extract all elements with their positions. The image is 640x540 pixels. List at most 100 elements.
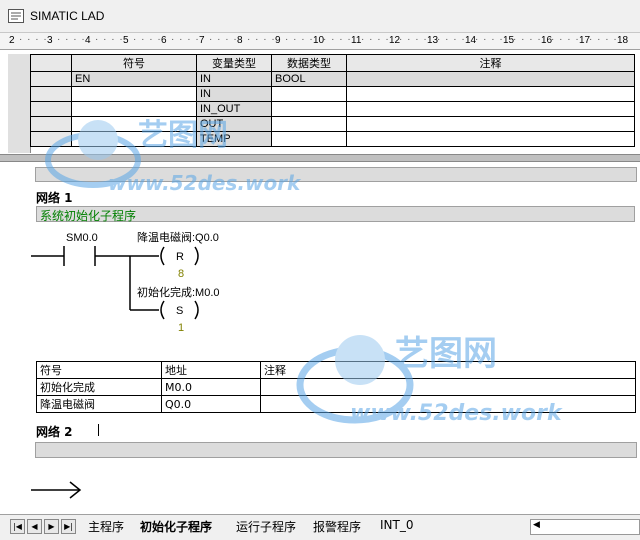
scroll-left-icon[interactable]: ◀: [533, 520, 540, 530]
comment-cell[interactable]: [346, 131, 635, 147]
network-1-title[interactable]: 网络 1: [36, 189, 73, 206]
app-icon: [8, 9, 24, 23]
coil-2-op: S: [176, 305, 183, 317]
horizontal-scrollbar[interactable]: ◀: [530, 519, 640, 535]
ruler-tick: 3: [47, 35, 53, 46]
ruler-dots: · · · ·: [57, 34, 86, 45]
ruler-dots: · · · ·: [361, 34, 390, 45]
network-2-title[interactable]: 网络 2: [36, 423, 73, 440]
network-1-ladder: SM0.0 降温电磁阀:Q0.0 R 8 初始化完成:M0.0 S 1: [31, 230, 220, 334]
var-type-cell[interactable]: TEMP: [196, 131, 272, 147]
col-header-var-type[interactable]: 变量类型: [196, 54, 272, 72]
row-selector[interactable]: [30, 101, 72, 117]
last-tab-icon[interactable]: ▶|: [61, 519, 76, 534]
data-type-cell[interactable]: BOOL: [271, 71, 347, 87]
symbol-table: 符号 地址 注释 初始化完成 M0.0 降温电磁阀 Q0.0: [36, 361, 636, 413]
ruler-tick: 7: [199, 35, 205, 46]
ruler-dots: · · · ·: [95, 34, 124, 45]
tab-init-subroutine[interactable]: 初始化子程序: [140, 518, 212, 535]
var-table-row-headers: [8, 54, 31, 153]
tab-bar: |◀ ◀ ▶ ▶| 主程序 初始化子程序 运行子程序 报警程序 INT_0 ◀: [0, 514, 640, 540]
coil-1-count: 8: [178, 268, 184, 280]
row-selector[interactable]: [30, 71, 72, 87]
symbol-cell: 初始化完成: [36, 378, 162, 396]
table-row[interactable]: 降温电磁阀 Q0.0: [36, 395, 636, 413]
coil-1-label: 降温电磁阀:Q0.0: [137, 230, 219, 244]
network-2-comment[interactable]: [35, 442, 637, 458]
ruler-tick: 8: [237, 35, 243, 46]
col-header-comment[interactable]: 注释: [346, 54, 635, 72]
symbol-cell[interactable]: [71, 116, 197, 132]
ruler-tick: 2: [9, 35, 15, 46]
symbol-cell[interactable]: EN: [71, 71, 197, 87]
sym-header-symbol: 符号: [36, 361, 162, 379]
ruler-tick: 4: [85, 35, 91, 46]
table-row[interactable]: IN_OUT: [30, 101, 635, 117]
var-table: 符号 变量类型 数据类型 注释 EN IN BOOL IN IN_OUT OUT…: [30, 54, 635, 147]
ruler-dots: · · · ·: [247, 34, 276, 45]
window-title: SIMATIC LAD: [30, 9, 105, 23]
tab-run-subroutine[interactable]: 运行子程序: [236, 518, 296, 535]
table-row[interactable]: 初始化完成 M0.0: [36, 378, 636, 396]
symbol-cell[interactable]: [71, 131, 197, 147]
prev-tab-icon[interactable]: ◀: [27, 519, 42, 534]
table-row[interactable]: IN: [30, 86, 635, 102]
table-row[interactable]: OUT: [30, 116, 635, 132]
ruler-tick: 6: [161, 35, 167, 46]
ruler: 2 · · · · 3 · · · · 4 · · · · 5 · · · · 6 · · · ·…: [0, 33, 640, 50]
symbol-cell[interactable]: [71, 86, 197, 102]
next-tab-icon[interactable]: ▶: [44, 519, 59, 534]
coil-2-label: 初始化完成:M0.0: [137, 285, 220, 299]
comment-cell: [260, 395, 636, 413]
text-cursor: [98, 424, 99, 436]
ruler-dots: · · · ·: [437, 34, 466, 45]
col-header-data-type[interactable]: 数据类型: [271, 54, 347, 72]
network-1-comment[interactable]: 系统初始化子程序: [36, 206, 635, 223]
ruler-dots: · · · ·: [475, 34, 504, 45]
symbol-cell[interactable]: [71, 101, 197, 117]
var-type-cell[interactable]: IN_OUT: [196, 101, 272, 117]
sym-header-address: 地址: [161, 361, 261, 379]
coil-2-count: 1: [178, 322, 184, 334]
first-tab-icon[interactable]: |◀: [10, 519, 25, 534]
comment-cell[interactable]: [346, 71, 635, 87]
ruler-dots: · · · ·: [551, 34, 580, 45]
tab-alarm-program[interactable]: 报警程序: [313, 518, 361, 535]
tab-main-program[interactable]: 主程序: [88, 518, 124, 535]
col-header-symbol[interactable]: 符号: [71, 54, 197, 72]
table-row[interactable]: TEMP: [30, 131, 635, 147]
ruler-dots: · · · ·: [171, 34, 200, 45]
ruler-dots: · · · ·: [19, 34, 48, 45]
ruler-dots: · · · ·: [133, 34, 162, 45]
row-selector[interactable]: [30, 116, 72, 132]
network-2-rung[interactable]: [28, 478, 88, 502]
contact-sm0-0[interactable]: [63, 246, 96, 266]
program-comment-bar[interactable]: [35, 167, 637, 182]
row-selector[interactable]: [30, 86, 72, 102]
data-type-cell[interactable]: [271, 116, 347, 132]
data-type-cell[interactable]: [271, 86, 347, 102]
ruler-tick: 9: [275, 35, 281, 46]
data-type-cell[interactable]: [271, 101, 347, 117]
title-bar: SIMATIC LAD: [0, 0, 640, 33]
comment-cell[interactable]: [346, 101, 635, 117]
data-type-cell[interactable]: [271, 131, 347, 147]
tab-int-0[interactable]: INT_0: [380, 518, 413, 532]
ruler-dots: · · · ·: [589, 34, 618, 45]
ruler-dots: · · · ·: [285, 34, 314, 45]
row-selector[interactable]: [30, 131, 72, 147]
comment-cell[interactable]: [346, 86, 635, 102]
var-type-cell[interactable]: OUT: [196, 116, 272, 132]
ruler-tick: 11: [351, 35, 362, 46]
pane-splitter[interactable]: [0, 154, 640, 162]
ruler-dots: · · · ·: [513, 34, 542, 45]
var-type-cell[interactable]: IN: [196, 71, 272, 87]
comment-cell[interactable]: [346, 116, 635, 132]
ruler-tick: 18: [617, 35, 629, 46]
var-type-cell[interactable]: IN: [196, 86, 272, 102]
sym-header-comment: 注释: [260, 361, 636, 379]
comment-cell: [260, 378, 636, 396]
table-row[interactable]: EN IN BOOL: [30, 71, 635, 87]
symbol-cell: 降温电磁阀: [36, 395, 162, 413]
ruler-tick: 5: [123, 35, 129, 46]
